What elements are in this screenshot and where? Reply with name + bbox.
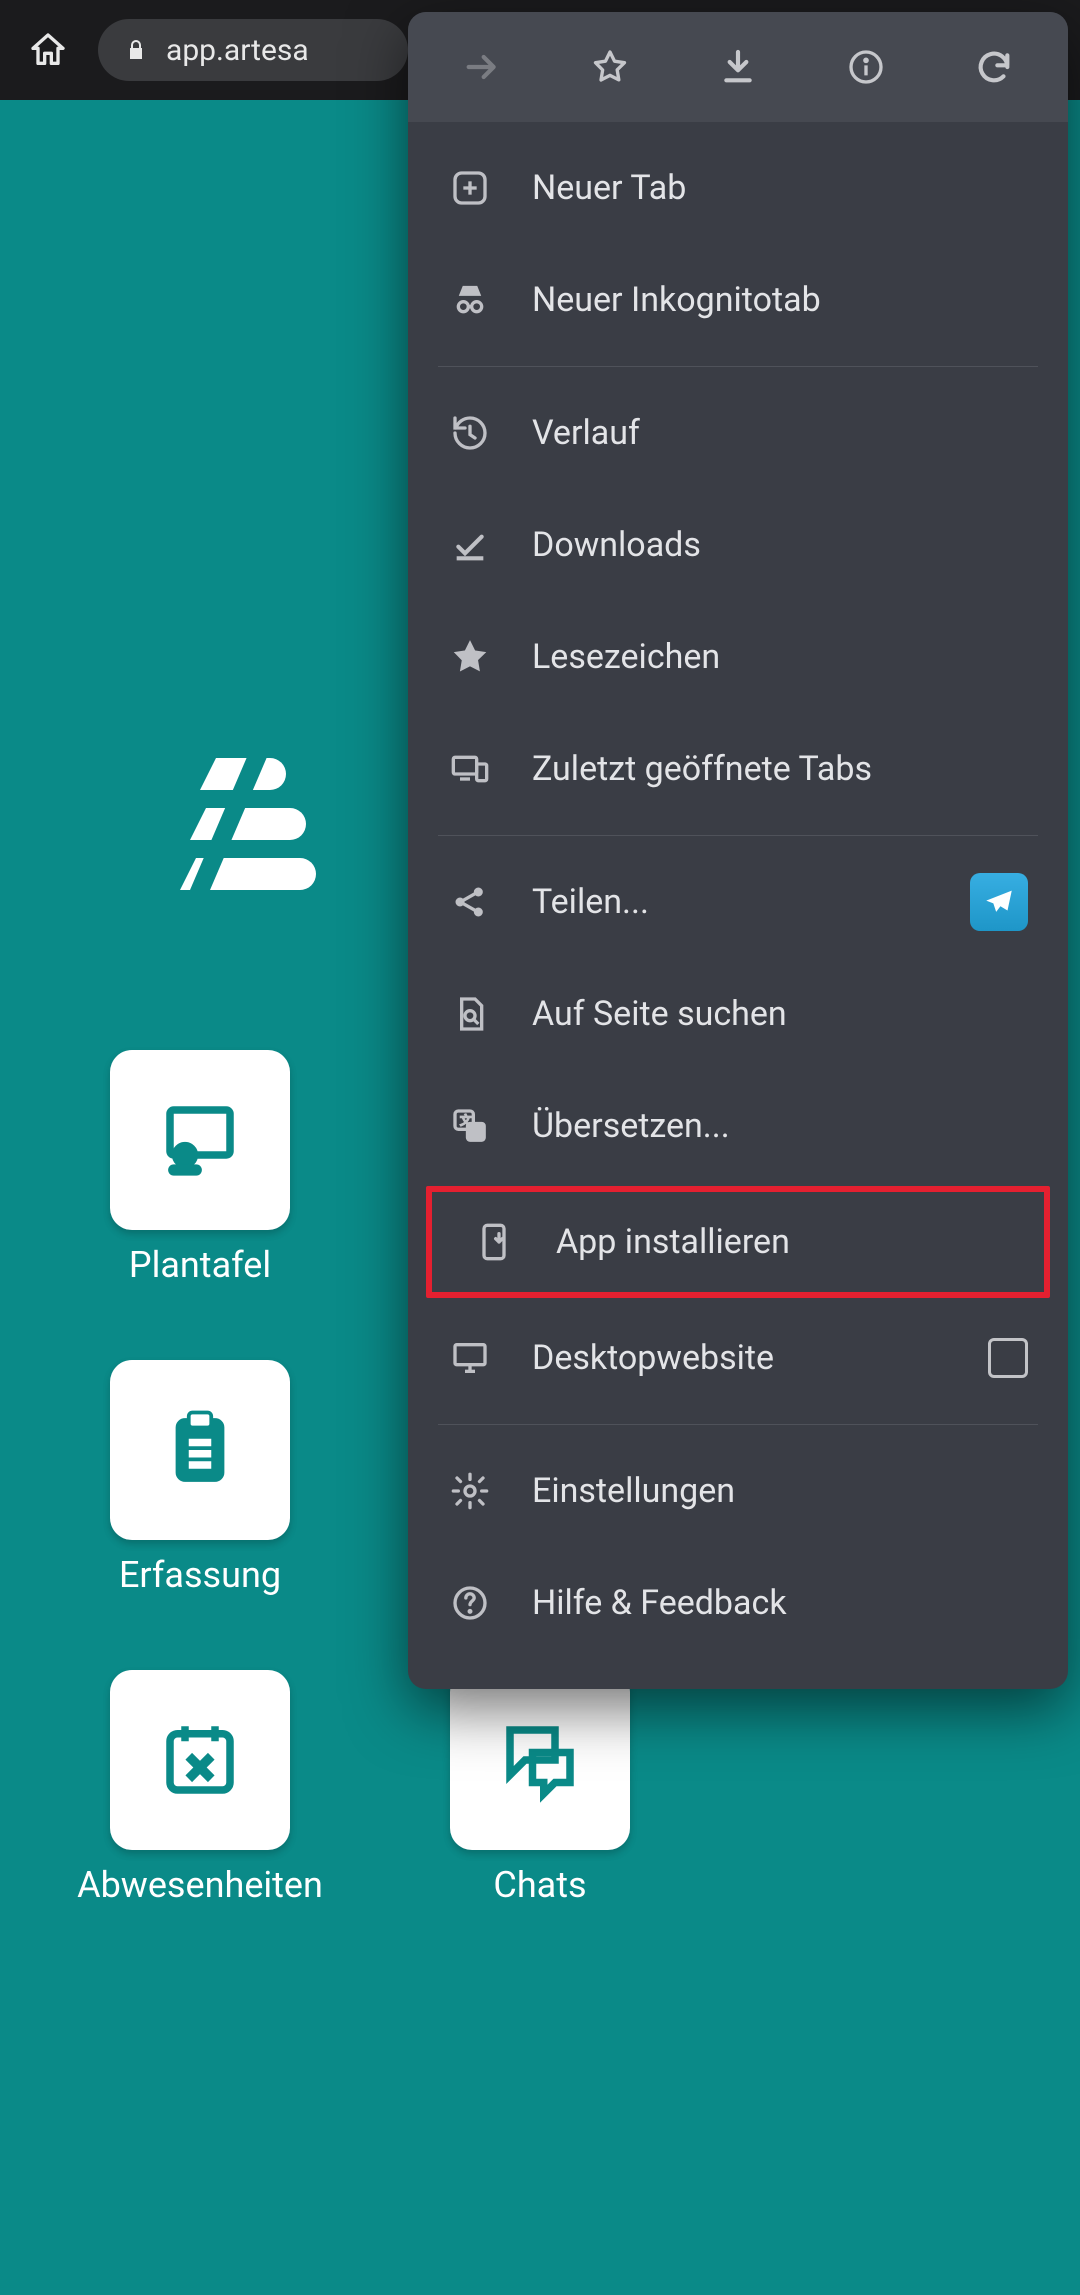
tile-box	[110, 1360, 290, 1540]
devices-icon	[450, 749, 490, 789]
download-button[interactable]	[710, 39, 766, 95]
share-icon	[450, 882, 490, 922]
tile-box	[450, 1670, 630, 1850]
info-icon	[846, 47, 886, 87]
download-icon	[718, 47, 758, 87]
menu-divider	[438, 835, 1038, 836]
menu-label: Auf Seite suchen	[532, 994, 787, 1034]
help-icon	[450, 1583, 490, 1623]
tile-chats[interactable]: Chats	[380, 1670, 700, 1950]
menu-settings[interactable]: Einstellungen	[408, 1435, 1068, 1547]
tile-plantafel[interactable]: Plantafel	[40, 1050, 360, 1330]
tile-label: Erfassung	[119, 1554, 281, 1596]
chat-icon	[495, 1715, 585, 1805]
reload-icon	[974, 47, 1014, 87]
menu-history[interactable]: Verlauf	[408, 377, 1068, 489]
clipboard-icon	[155, 1405, 245, 1495]
url-bar[interactable]: app.artesa	[98, 19, 408, 81]
menu-label: Neuer Inkognitotab	[532, 280, 821, 320]
menu-find-in-page[interactable]: Auf Seite suchen	[408, 958, 1068, 1070]
menu-new-tab[interactable]: Neuer Tab	[408, 132, 1068, 244]
install-mobile-icon	[474, 1222, 514, 1262]
menu-incognito[interactable]: Neuer Inkognitotab	[408, 244, 1068, 356]
home-button[interactable]	[18, 20, 78, 80]
incognito-icon	[450, 280, 490, 320]
url-text: app.artesa	[166, 33, 309, 68]
telegram-share-badge[interactable]	[970, 873, 1028, 931]
tile-label: Chats	[493, 1864, 586, 1906]
highlight-install-app: App installieren	[426, 1186, 1050, 1298]
check-underline-icon	[450, 525, 490, 565]
menu-label: Zuletzt geöffnete Tabs	[532, 749, 872, 789]
tile-box	[110, 1050, 290, 1230]
lock-icon	[124, 38, 148, 62]
desktop-icon	[450, 1338, 490, 1378]
menu-help[interactable]: Hilfe & Feedback	[408, 1547, 1068, 1659]
reload-button[interactable]	[966, 39, 1022, 95]
bookmark-star-button[interactable]	[582, 39, 638, 95]
menu-translate[interactable]: 文A Übersetzen...	[408, 1070, 1068, 1182]
calendar-x-icon	[155, 1715, 245, 1805]
menu-label: Verlauf	[532, 413, 640, 453]
tile-abwesenheiten[interactable]: Abwesenheiten	[40, 1670, 360, 1950]
menu-bookmarks[interactable]: Lesezeichen	[408, 601, 1068, 713]
desktop-site-checkbox[interactable]	[988, 1338, 1028, 1378]
gear-icon	[450, 1471, 490, 1511]
translate-icon: 文A	[450, 1106, 490, 1146]
menu-install-app[interactable]: App installieren	[432, 1192, 1044, 1292]
telegram-icon	[982, 885, 1016, 919]
menu-desktop-site[interactable]: Desktopwebsite	[408, 1302, 1068, 1414]
browser-menu: Neuer Tab Neuer Inkognitotab Verlauf Dow…	[408, 12, 1068, 1689]
plus-square-icon	[450, 168, 490, 208]
menu-downloads[interactable]: Downloads	[408, 489, 1068, 601]
tile-label: Plantafel	[129, 1244, 271, 1286]
menu-label: Einstellungen	[532, 1471, 735, 1511]
svg-text:文: 文	[460, 1113, 472, 1127]
home-icon	[28, 30, 68, 70]
menu-label: App installieren	[556, 1222, 790, 1262]
menu-label: Übersetzen...	[532, 1106, 730, 1146]
menu-label: Downloads	[532, 525, 701, 565]
menu-top-actions	[408, 12, 1068, 122]
menu-label: Neuer Tab	[532, 168, 686, 208]
arrow-right-icon	[462, 47, 502, 87]
find-in-page-icon	[450, 994, 490, 1034]
tile-box	[110, 1670, 290, 1850]
menu-label: Teilen...	[532, 882, 649, 922]
app-logo	[130, 740, 350, 920]
svg-text:A: A	[472, 1127, 480, 1141]
star-icon	[450, 637, 490, 677]
tile-erfassung[interactable]: Erfassung	[40, 1360, 360, 1640]
menu-recent-tabs[interactable]: Zuletzt geöffnete Tabs	[408, 713, 1068, 825]
menu-label: Lesezeichen	[532, 637, 720, 677]
menu-divider	[438, 1424, 1038, 1425]
forward-button[interactable]	[454, 39, 510, 95]
star-outline-icon	[590, 47, 630, 87]
history-icon	[450, 413, 490, 453]
menu-divider	[438, 366, 1038, 367]
tile-label: Abwesenheiten	[77, 1864, 323, 1906]
menu-label: Hilfe & Feedback	[532, 1583, 787, 1623]
info-button[interactable]	[838, 39, 894, 95]
menu-share[interactable]: Teilen...	[408, 846, 1068, 958]
menu-label: Desktopwebsite	[532, 1338, 774, 1378]
presentation-icon	[155, 1095, 245, 1185]
